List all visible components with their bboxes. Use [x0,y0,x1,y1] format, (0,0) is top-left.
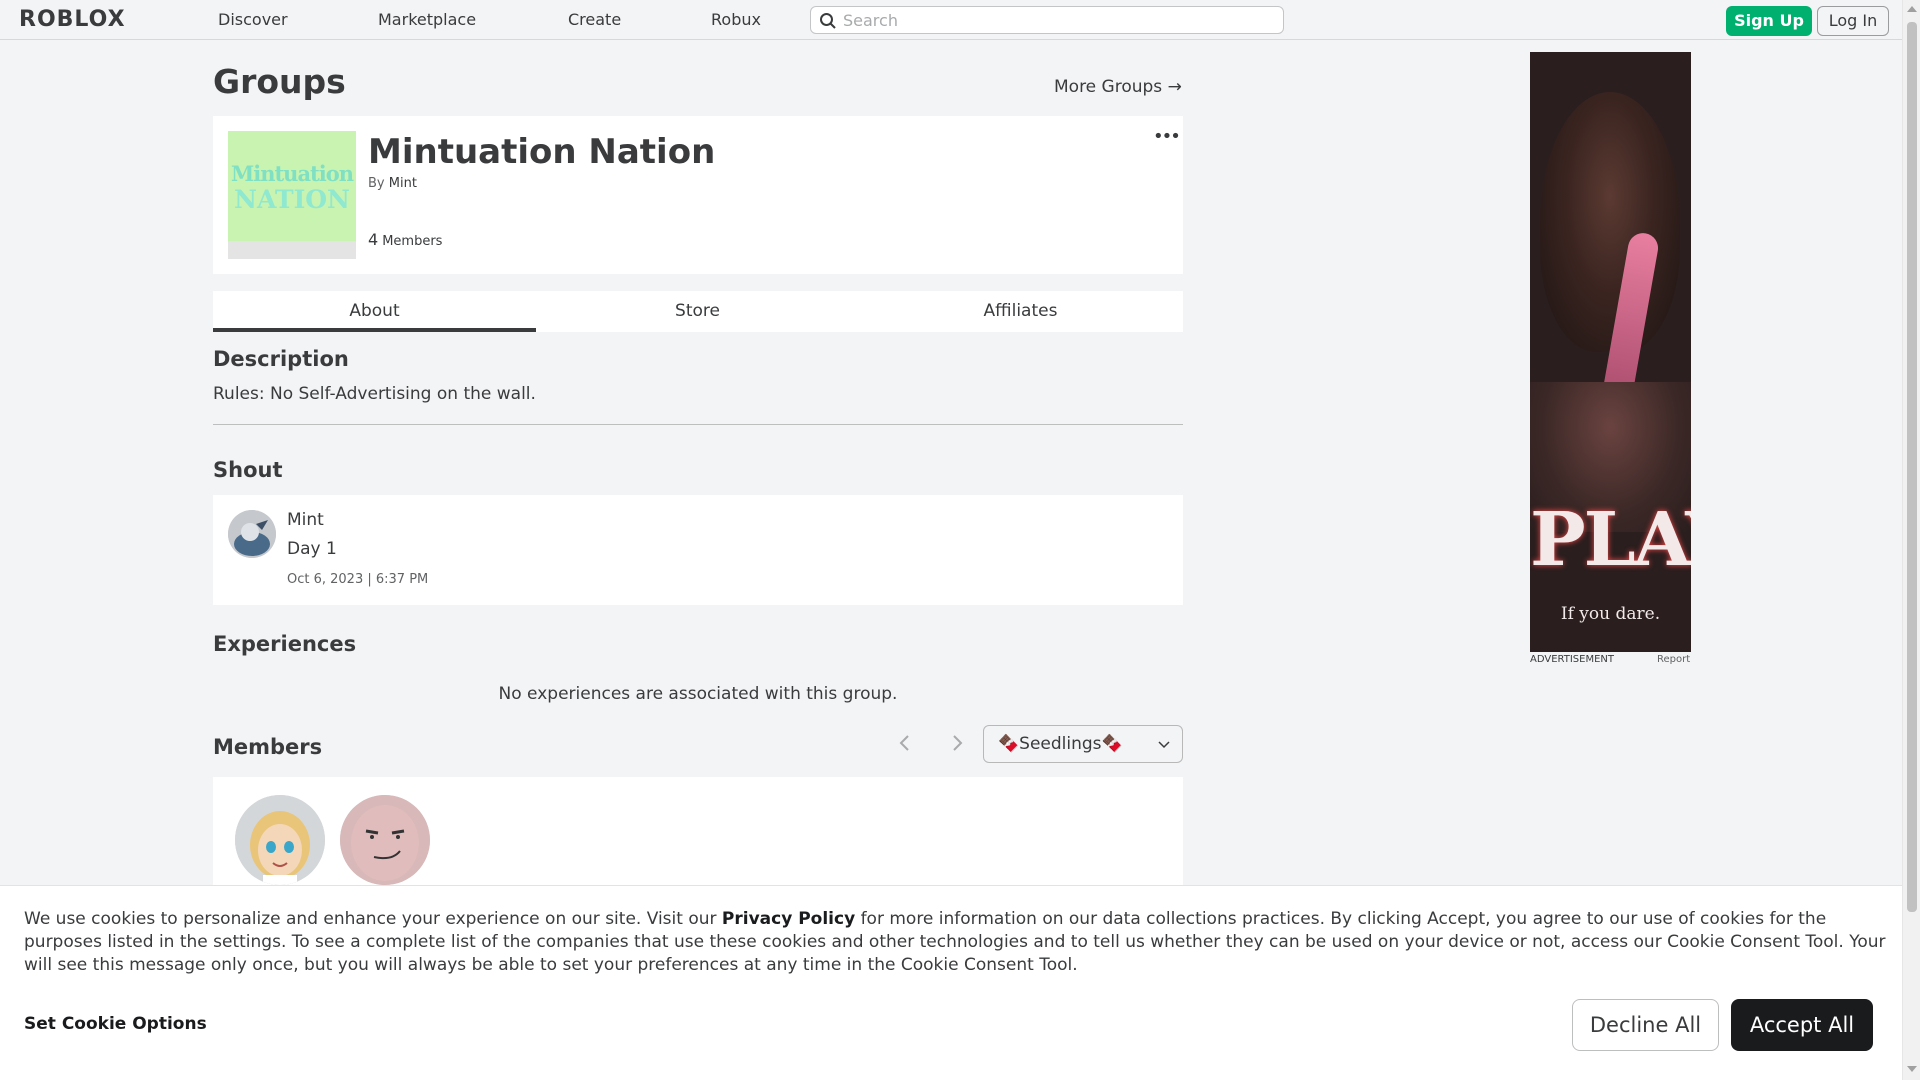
accept-all-button[interactable]: Accept All [1731,999,1873,1051]
search-input[interactable] [843,10,1273,30]
section-divider [213,424,1183,425]
ad-headline: PLAY [1530,497,1691,583]
tab-about[interactable]: About [213,291,536,332]
scroll-up-arrow-icon[interactable] [1907,6,1917,12]
member-count: 4 Members [368,230,442,249]
roblox-logo[interactable]: ROBLOX [19,8,126,32]
scroll-down-arrow-icon[interactable] [1907,1066,1917,1072]
ad-tagline: If you dare. [1560,604,1661,624]
shout-date: Oct 6, 2023 | 6:37 PM [287,572,429,587]
rank-selected-value: 🍫Seedlings🍫 [998,734,1123,754]
set-cookie-options-link[interactable]: Set Cookie Options [24,1014,207,1034]
decline-all-button[interactable]: Decline All [1572,999,1719,1051]
avatar[interactable] [228,510,276,558]
description-text: Rules: No Self-Advertising on the wall. [213,384,536,404]
group-owner-link[interactable]: Mint [389,176,417,191]
cookie-text-before: We use cookies to personalize and enhanc… [24,909,722,929]
member-avatar[interactable] [235,795,325,885]
shout-author-link[interactable]: Mint [287,510,324,530]
more-groups-link[interactable]: More Groups → [1054,77,1182,97]
avatar-image-icon [228,510,276,558]
member-avatar-blonde-icon [235,795,325,885]
scrollbar-thumb[interactable] [1907,22,1917,912]
ad-report-link[interactable]: Report [1657,654,1690,665]
ad-caption: ADVERTISEMENT [1530,654,1615,665]
experiences-title: Experiences [213,632,357,656]
ad-creature-mouth-graphic [1540,92,1680,352]
member-avatar[interactable] [340,795,430,885]
shout-card: Mint Day 1 Oct 6, 2023 | 6:37 PM [213,495,1183,605]
group-emblem-image: Mintuation NATION [228,131,356,259]
group-tabs: About Store Affiliates [213,291,1183,332]
group-header-card: Mintuation NATION Mintuation Nation By M… [213,116,1183,274]
member-avatar-man-face-icon [340,795,430,885]
no-experiences-message: No experiences are associated with this … [498,684,898,704]
members-list-card [213,777,1183,887]
nav-link-discover[interactable]: Discover [218,10,288,30]
member-rank-dropdown[interactable]: 🍫Seedlings🍫 [983,725,1183,763]
tab-store[interactable]: Store [536,291,859,332]
privacy-policy-link[interactable]: Privacy Policy [722,909,855,929]
search-icon [820,13,836,29]
top-navigation-bar: ROBLOX Discover Marketplace Create Robux… [0,0,1902,40]
nav-link-marketplace[interactable]: Marketplace [378,10,476,30]
member-count-label: Members [382,234,443,249]
page-title: Groups [213,62,346,101]
nav-link-robux[interactable]: Robux [711,10,761,30]
page-scrollbar[interactable] [1902,0,1920,1080]
more-options-icon[interactable]: ••• [1153,128,1181,146]
sign-up-button[interactable]: Sign Up [1726,6,1812,36]
cookie-message: We use cookies to personalize and enhanc… [24,908,1886,977]
tab-affiliates[interactable]: Affiliates [859,291,1182,332]
cookie-consent-banner: We use cookies to personalize and enhanc… [0,885,1902,1080]
description-title: Description [213,347,349,371]
log-in-button[interactable]: Log In [1817,6,1889,36]
search-box [810,6,1284,34]
chevron-down-icon [1158,741,1170,749]
member-count-value: 4 [368,230,379,249]
members-title: Members [213,735,323,759]
group-owner-line: By Mint [368,176,417,191]
advertisement-banner[interactable]: PLAY If you dare. [1530,52,1691,652]
emblem-bottom-band [228,241,356,259]
shout-title: Shout [213,458,283,482]
next-page-chevron-icon[interactable] [950,733,964,753]
by-label: By [368,176,385,191]
emblem-text-line2: NATION [234,185,350,214]
group-name: Mintuation Nation [368,132,716,172]
nav-link-create[interactable]: Create [568,10,621,30]
emblem-text-line1: Mintuation [230,161,354,186]
shout-body: Day 1 [287,539,337,559]
previous-page-chevron-icon[interactable] [898,733,912,753]
